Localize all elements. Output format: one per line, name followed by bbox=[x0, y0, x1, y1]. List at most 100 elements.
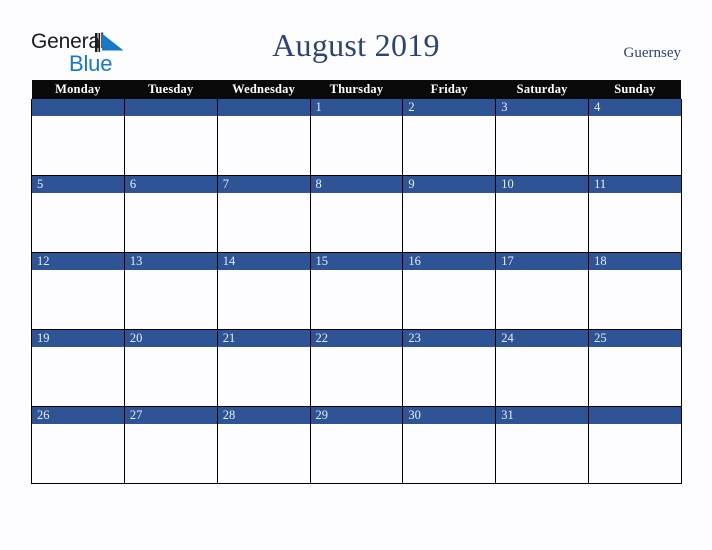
day-number: 7 bbox=[217, 176, 310, 193]
calendar-day-cell[interactable]: 27 bbox=[123, 406, 218, 484]
day-content-area[interactable] bbox=[310, 347, 403, 406]
day-content-area[interactable] bbox=[589, 116, 681, 175]
day-content-area[interactable] bbox=[217, 193, 310, 252]
day-number: 12 bbox=[32, 253, 124, 270]
weekday-header-sunday: Sunday bbox=[588, 80, 682, 99]
day-content-area[interactable] bbox=[32, 424, 124, 483]
calendar-day-cell[interactable]: 30 bbox=[402, 406, 497, 484]
calendar-day-cell[interactable]: 24 bbox=[495, 329, 590, 407]
calendar-table: Monday Tuesday Wednesday Thursday Friday… bbox=[31, 80, 682, 484]
calendar-day-cell[interactable]: 6 bbox=[123, 175, 218, 253]
calendar-header-row: Monday Tuesday Wednesday Thursday Friday… bbox=[31, 80, 682, 99]
calendar-day-cell[interactable]: 20 bbox=[123, 329, 218, 407]
calendar-day-cell[interactable]: 18 bbox=[588, 252, 682, 330]
calendar-day-cell[interactable]: 15 bbox=[309, 252, 404, 330]
day-content-area[interactable] bbox=[310, 424, 403, 483]
day-content-area[interactable] bbox=[403, 347, 496, 406]
day-content-area[interactable] bbox=[32, 347, 124, 406]
day-content-area[interactable] bbox=[32, 270, 124, 329]
calendar-day-cell[interactable] bbox=[588, 406, 682, 484]
day-content-area[interactable] bbox=[496, 116, 589, 175]
day-content-area[interactable] bbox=[217, 116, 310, 175]
day-content-area[interactable] bbox=[310, 270, 403, 329]
calendar-day-cell[interactable]: 3 bbox=[495, 99, 590, 176]
day-content-area[interactable] bbox=[496, 193, 589, 252]
calendar-day-cell[interactable]: 13 bbox=[123, 252, 218, 330]
calendar-week-row: 19 20 21 22 23 24 25 bbox=[31, 329, 682, 407]
day-content-area[interactable] bbox=[403, 424, 496, 483]
day-content-area[interactable] bbox=[589, 424, 681, 483]
calendar-day-cell[interactable]: 5 bbox=[31, 175, 125, 253]
day-content-area[interactable] bbox=[589, 347, 681, 406]
day-content-area[interactable] bbox=[496, 270, 589, 329]
day-number: 16 bbox=[403, 253, 496, 270]
calendar-day-cell[interactable]: 10 bbox=[495, 175, 590, 253]
calendar-day-cell[interactable]: 8 bbox=[309, 175, 404, 253]
calendar-container: Monday Tuesday Wednesday Thursday Friday… bbox=[31, 80, 682, 484]
day-content-area[interactable] bbox=[403, 270, 496, 329]
day-content-area[interactable] bbox=[32, 193, 124, 252]
day-number: 25 bbox=[589, 330, 681, 347]
calendar-day-cell[interactable]: 28 bbox=[216, 406, 311, 484]
calendar-day-cell[interactable]: 14 bbox=[216, 252, 311, 330]
calendar-day-cell[interactable]: 4 bbox=[588, 99, 682, 176]
calendar-day-cell[interactable]: 2 bbox=[402, 99, 497, 176]
calendar-day-cell[interactable] bbox=[123, 99, 218, 176]
calendar-day-cell[interactable]: 31 bbox=[495, 406, 590, 484]
day-content-area[interactable] bbox=[32, 116, 124, 175]
calendar-day-cell[interactable]: 29 bbox=[309, 406, 404, 484]
calendar-day-cell[interactable] bbox=[31, 99, 125, 176]
day-content-area[interactable] bbox=[217, 347, 310, 406]
day-number: 10 bbox=[496, 176, 589, 193]
day-content-area[interactable] bbox=[217, 270, 310, 329]
weekday-header-thursday: Thursday bbox=[310, 80, 403, 99]
day-number bbox=[217, 99, 310, 116]
day-content-area[interactable] bbox=[124, 116, 217, 175]
day-number: 22 bbox=[310, 330, 403, 347]
calendar-day-cell[interactable]: 19 bbox=[31, 329, 125, 407]
calendar-day-cell[interactable]: 1 bbox=[309, 99, 404, 176]
day-number: 18 bbox=[589, 253, 681, 270]
day-content-area[interactable] bbox=[124, 424, 217, 483]
day-number: 17 bbox=[496, 253, 589, 270]
day-number bbox=[124, 99, 217, 116]
calendar-day-cell[interactable]: 22 bbox=[309, 329, 404, 407]
calendar-day-cell[interactable]: 17 bbox=[495, 252, 590, 330]
calendar-day-cell[interactable]: 12 bbox=[31, 252, 125, 330]
calendar-day-cell[interactable]: 23 bbox=[402, 329, 497, 407]
day-content-area[interactable] bbox=[124, 193, 217, 252]
day-number bbox=[589, 407, 681, 424]
calendar-day-cell[interactable]: 9 bbox=[402, 175, 497, 253]
calendar-day-cell[interactable]: 21 bbox=[216, 329, 311, 407]
calendar-day-cell[interactable] bbox=[216, 99, 311, 176]
calendar-week-row: 12 13 14 15 16 17 18 bbox=[31, 252, 682, 330]
calendar-body: 1 2 3 4 5 6 7 8 9 10 11 12 13 14 15 16 1… bbox=[31, 99, 682, 484]
day-number: 23 bbox=[403, 330, 496, 347]
day-number: 4 bbox=[589, 99, 681, 116]
calendar-day-cell[interactable]: 11 bbox=[588, 175, 682, 253]
calendar-day-cell[interactable]: 7 bbox=[216, 175, 311, 253]
day-number: 21 bbox=[217, 330, 310, 347]
calendar-day-cell[interactable]: 25 bbox=[588, 329, 682, 407]
day-content-area[interactable] bbox=[403, 116, 496, 175]
day-content-area[interactable] bbox=[124, 270, 217, 329]
day-content-area[interactable] bbox=[403, 193, 496, 252]
day-content-area[interactable] bbox=[589, 270, 681, 329]
day-content-area[interactable] bbox=[124, 347, 217, 406]
day-content-area[interactable] bbox=[310, 193, 403, 252]
day-number: 19 bbox=[32, 330, 124, 347]
day-number: 6 bbox=[124, 176, 217, 193]
calendar-day-cell[interactable]: 16 bbox=[402, 252, 497, 330]
day-number: 31 bbox=[496, 407, 589, 424]
calendar-day-cell[interactable]: 26 bbox=[31, 406, 125, 484]
day-number: 5 bbox=[32, 176, 124, 193]
day-number: 24 bbox=[496, 330, 589, 347]
day-content-area[interactable] bbox=[496, 347, 589, 406]
day-number: 27 bbox=[124, 407, 217, 424]
day-content-area[interactable] bbox=[217, 424, 310, 483]
day-content-area[interactable] bbox=[589, 193, 681, 252]
day-number: 20 bbox=[124, 330, 217, 347]
day-content-area[interactable] bbox=[496, 424, 589, 483]
day-number: 14 bbox=[217, 253, 310, 270]
day-content-area[interactable] bbox=[310, 116, 403, 175]
